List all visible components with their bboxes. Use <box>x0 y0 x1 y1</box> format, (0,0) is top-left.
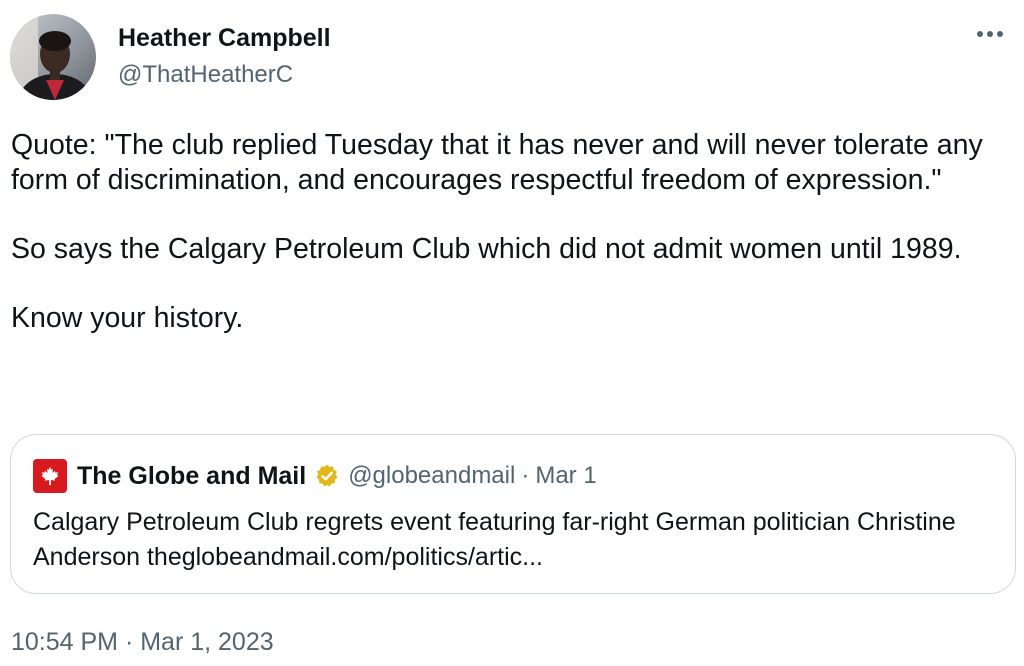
author-info: Heather Campbell @ThatHeatherC <box>118 22 331 90</box>
author-handle[interactable]: @ThatHeatherC <box>118 60 331 90</box>
separator-dot: · <box>521 462 530 489</box>
quoted-tweet-date[interactable]: Mar 1 <box>535 460 596 492</box>
tweet-paragraph: So says the Calgary Petroleum Club which… <box>11 233 962 265</box>
author-display-name[interactable]: Heather Campbell <box>118 22 331 54</box>
quoted-author-handle[interactable]: @globeandmail <box>348 460 515 492</box>
more-options-button[interactable] <box>970 22 1010 46</box>
quoted-tweet-header: The Globe and Mail @globeandmail · Mar 1 <box>33 459 597 493</box>
quoted-author-name[interactable]: The Globe and Mail <box>77 460 306 492</box>
avatar-image <box>10 14 96 100</box>
tweet-timestamp[interactable]: 10:54 PM · Mar 1, 2023 <box>11 626 274 658</box>
quoted-author-avatar[interactable] <box>33 459 67 493</box>
maple-leaf-icon <box>41 466 59 486</box>
tweet: Heather Campbell @ThatHeatherC Quote: "T… <box>0 0 1024 666</box>
tweet-paragraph: Quote: "The club replied Tuesday that it… <box>11 129 983 196</box>
quoted-tweet-card[interactable]: The Globe and Mail @globeandmail · Mar 1… <box>10 434 1016 594</box>
more-horizontal-icon <box>977 31 1003 37</box>
author-avatar[interactable] <box>10 14 96 100</box>
quoted-tweet-text: Calgary Petroleum Club regrets event fea… <box>33 508 956 571</box>
tweet-text: Quote: "The club replied Tuesday that it… <box>11 128 1016 336</box>
tweet-paragraph: Know your history. <box>11 302 244 334</box>
verified-badge-icon <box>314 463 340 489</box>
